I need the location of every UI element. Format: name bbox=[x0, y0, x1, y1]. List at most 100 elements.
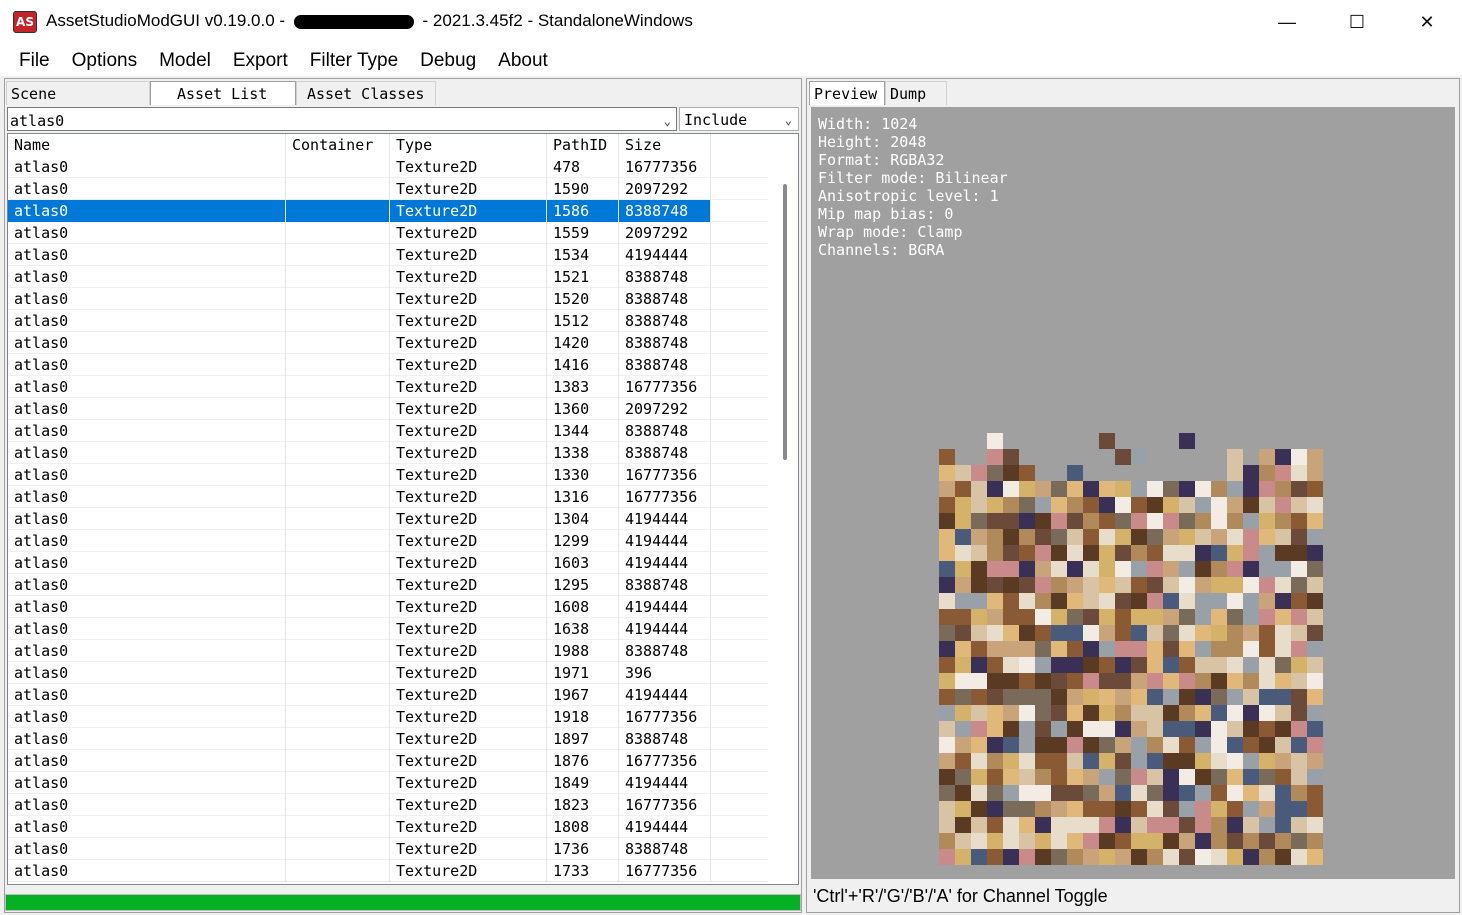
cell-name: atlas0 bbox=[8, 398, 286, 420]
table-row[interactable]: atlas0 Texture2D 1733 16777356 bbox=[8, 860, 768, 882]
menu-options[interactable]: Options bbox=[61, 44, 148, 76]
cell-size: 4194444 bbox=[619, 618, 711, 640]
table-row[interactable]: atlas0 Texture2D 1520 8388748 bbox=[8, 288, 768, 310]
texture-tile bbox=[1275, 449, 1291, 465]
texture-tile bbox=[1195, 753, 1211, 769]
tab-dump[interactable]: Dump bbox=[885, 81, 947, 105]
table-row[interactable]: atlas0 Texture2D 1736 8388748 bbox=[8, 838, 768, 860]
table-row[interactable]: atlas0 Texture2D 1316 16777356 bbox=[8, 486, 768, 508]
texture-tile bbox=[1227, 737, 1243, 753]
column-header-pathid[interactable]: PathID bbox=[547, 134, 619, 156]
table-row[interactable]: atlas0 Texture2D 1849 4194444 bbox=[8, 772, 768, 794]
menu-export[interactable]: Export bbox=[222, 44, 299, 76]
menu-model[interactable]: Model bbox=[148, 44, 222, 76]
search-input[interactable]: atlas0 ⌄ bbox=[7, 107, 677, 131]
texture-tile bbox=[987, 801, 1003, 817]
table-row[interactable]: atlas0 Texture2D 1420 8388748 bbox=[8, 332, 768, 354]
table-row[interactable]: atlas0 Texture2D 1808 4194444 bbox=[8, 816, 768, 838]
texture-tile bbox=[1195, 609, 1211, 625]
close-button[interactable]: ✕ bbox=[1392, 0, 1462, 44]
table-row[interactable]: atlas0 Texture2D 1330 16777356 bbox=[8, 464, 768, 486]
tab-scene-hierarchy[interactable]: Scene Hierarchy bbox=[6, 81, 150, 127]
texture-tile bbox=[1147, 561, 1163, 577]
table-row[interactable]: atlas0 Texture2D 1344 8388748 bbox=[8, 420, 768, 442]
column-header-size[interactable]: Size bbox=[619, 134, 711, 156]
texture-tile bbox=[1291, 785, 1307, 801]
table-row[interactable]: atlas0 Texture2D 1534 4194444 bbox=[8, 244, 768, 266]
menu-file[interactable]: File bbox=[8, 44, 61, 76]
minimize-button[interactable]: — bbox=[1252, 0, 1322, 44]
texture-tile bbox=[1083, 705, 1099, 721]
table-row[interactable]: atlas0 Texture2D 1512 8388748 bbox=[8, 310, 768, 332]
tab-asset-list[interactable]: Asset List bbox=[150, 81, 296, 105]
column-header-type[interactable]: Type bbox=[390, 134, 547, 156]
cell-container bbox=[286, 552, 390, 574]
table-row[interactable]: atlas0 Texture2D 478 16777356 bbox=[8, 156, 768, 178]
texture-tile bbox=[1035, 545, 1051, 561]
texture-tile bbox=[1099, 497, 1115, 513]
scrollbar-thumb[interactable] bbox=[783, 184, 787, 460]
table-row[interactable]: atlas0 Texture2D 1603 4194444 bbox=[8, 552, 768, 574]
maximize-button[interactable]: ☐ bbox=[1322, 0, 1392, 44]
table-row[interactable]: atlas0 Texture2D 1304 4194444 bbox=[8, 508, 768, 530]
column-header-name[interactable]: Name bbox=[8, 134, 286, 156]
cell-name: atlas0 bbox=[8, 310, 286, 332]
table-row[interactable]: atlas0 Texture2D 1360 2097292 bbox=[8, 398, 768, 420]
table-row[interactable]: atlas0 Texture2D 1971 396 bbox=[8, 662, 768, 684]
table-row[interactable]: atlas0 Texture2D 1521 8388748 bbox=[8, 266, 768, 288]
tab-asset-classes[interactable]: Asset Classes bbox=[296, 81, 436, 105]
texture-tile bbox=[1147, 657, 1163, 673]
texture-tile bbox=[1291, 673, 1307, 689]
texture-preview[interactable]: Width: 1024 Height: 2048 Format: RGBA32 Fil… bbox=[811, 107, 1455, 879]
texture-tile bbox=[1115, 609, 1131, 625]
texture-tile bbox=[1099, 657, 1115, 673]
table-row[interactable]: atlas0 Texture2D 1416 8388748 bbox=[8, 354, 768, 376]
texture-tile bbox=[1275, 801, 1291, 817]
table-row[interactable]: atlas0 Texture2D 1876 16777356 bbox=[8, 750, 768, 772]
cell-pathid: 1520 bbox=[547, 288, 619, 310]
table-row[interactable]: atlas0 Texture2D 1897 8388748 bbox=[8, 728, 768, 750]
table-row[interactable]: atlas0 Texture2D 1823 16777356 bbox=[8, 794, 768, 816]
texture-tile bbox=[1051, 721, 1067, 737]
table-row[interactable]: atlas0 Texture2D 1338 8388748 bbox=[8, 442, 768, 464]
table-row[interactable]: atlas0 Texture2D 1299 4194444 bbox=[8, 530, 768, 552]
menu-about[interactable]: About bbox=[487, 44, 559, 76]
texture-tile bbox=[987, 497, 1003, 513]
tab-preview[interactable]: Preview bbox=[809, 81, 885, 105]
texture-tile bbox=[1147, 609, 1163, 625]
cell-size: 8388748 bbox=[619, 266, 711, 288]
texture-tile bbox=[1307, 673, 1323, 689]
vertical-scrollbar[interactable] bbox=[772, 156, 798, 884]
include-dropdown[interactable]: Include ⌄ bbox=[679, 107, 799, 131]
texture-tile bbox=[1099, 529, 1115, 545]
texture-tile bbox=[987, 833, 1003, 849]
texture-tile bbox=[987, 577, 1003, 593]
texture-tile bbox=[1019, 705, 1035, 721]
table-row[interactable]: atlas0 Texture2D 1988 8388748 bbox=[8, 640, 768, 662]
texture-tile bbox=[1291, 561, 1307, 577]
cell-container bbox=[286, 596, 390, 618]
texture-tile bbox=[1227, 673, 1243, 689]
cell-size: 4194444 bbox=[619, 552, 711, 574]
chevron-down-icon[interactable]: ⌄ bbox=[664, 108, 671, 134]
texture-tile bbox=[1051, 497, 1067, 513]
asset-list-view[interactable]: Name Container Type PathID Size atlas0 Te… bbox=[7, 133, 799, 885]
include-value: Include bbox=[684, 111, 748, 129]
texture-tile bbox=[1291, 577, 1307, 593]
table-row[interactable]: atlas0 Texture2D 1608 4194444 bbox=[8, 596, 768, 618]
menu-filter-type[interactable]: Filter Type bbox=[299, 44, 409, 76]
table-row[interactable]: atlas0 Texture2D 1590 2097292 bbox=[8, 178, 768, 200]
texture-tile bbox=[1227, 609, 1243, 625]
texture-tile bbox=[1259, 769, 1275, 785]
table-row[interactable]: atlas0 Texture2D 1295 8388748 bbox=[8, 574, 768, 596]
table-row[interactable]: atlas0 Texture2D 1967 4194444 bbox=[8, 684, 768, 706]
column-header-container[interactable]: Container bbox=[286, 134, 390, 156]
cell-container bbox=[286, 486, 390, 508]
table-row[interactable]: atlas0 Texture2D 1559 2097292 bbox=[8, 222, 768, 244]
cell-size: 8388748 bbox=[619, 574, 711, 596]
table-row[interactable]: atlas0 Texture2D 1586 8388748 bbox=[8, 200, 768, 222]
table-row[interactable]: atlas0 Texture2D 1638 4194444 bbox=[8, 618, 768, 640]
menu-debug[interactable]: Debug bbox=[409, 44, 487, 76]
table-row[interactable]: atlas0 Texture2D 1918 16777356 bbox=[8, 706, 768, 728]
table-row[interactable]: atlas0 Texture2D 1383 16777356 bbox=[8, 376, 768, 398]
